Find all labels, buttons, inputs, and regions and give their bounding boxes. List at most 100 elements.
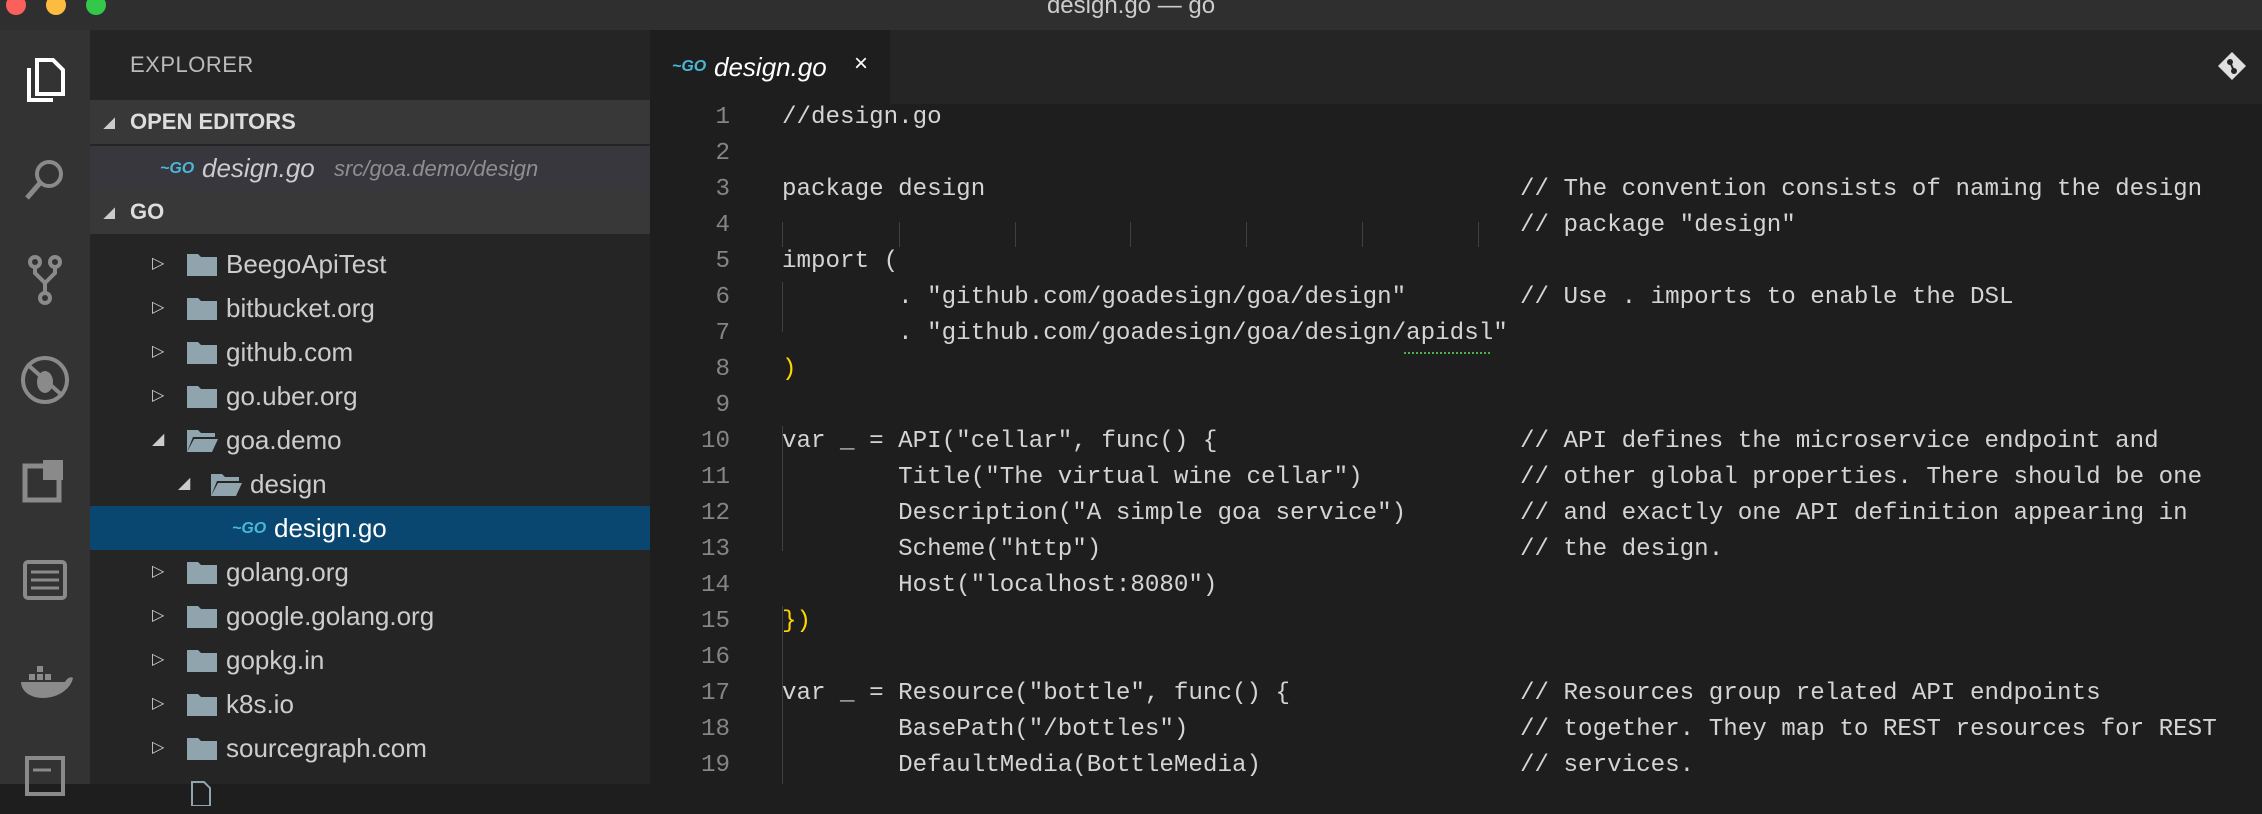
code-comment: // and exactly one API definition appear…	[1520, 500, 2188, 527]
tree-item-label: gopkg.in	[226, 645, 325, 675]
code-line: . "github.com/goadesign/goa/design/apids…	[782, 320, 1508, 347]
indent-guide	[1362, 222, 1363, 247]
editor-tab-bar: ~GO design.go ×	[650, 30, 2262, 104]
indent-guide	[899, 222, 900, 247]
folder-icon	[187, 298, 217, 320]
tree-folder-expanded[interactable]: ◢ goa.demo	[90, 418, 650, 462]
open-folder-icon	[187, 430, 218, 452]
tree-folder[interactable]: ▷ github.com	[90, 330, 650, 374]
workspace-section[interactable]: ◢ GO	[90, 190, 650, 234]
collapse-icon: ◢	[104, 114, 115, 130]
line-number: 5	[715, 248, 730, 275]
folder-icon	[187, 738, 217, 760]
panel-icon[interactable]	[15, 746, 75, 806]
tree-folder[interactable]: ▷ bitbucket.org	[90, 286, 650, 330]
code-line: Host("localhost:8080")	[782, 572, 1218, 599]
tree-item-label: sourcegraph.com	[226, 733, 427, 763]
code-comment: // package "design"	[1520, 212, 1796, 239]
open-editor-item[interactable]: ~GO design.go src/goa.demo/design	[90, 146, 650, 190]
source-control-icon[interactable]	[15, 250, 75, 310]
open-editor-path: src/goa.demo/design	[334, 156, 539, 181]
tab-label: design.go	[714, 52, 827, 82]
line-number: 2	[715, 140, 730, 167]
window-title: design.go — go	[1046, 0, 1216, 19]
line-number: 8	[715, 356, 730, 383]
open-folder-icon	[211, 474, 242, 496]
tree-item-label: design	[250, 469, 327, 499]
tree-folder[interactable]: ▷ golang.org	[90, 550, 650, 594]
code-line: package design	[782, 176, 986, 203]
code-line: var _ = API("cellar", func() {	[782, 428, 1218, 455]
tree-folder[interactable]: ▷ gopkg.in	[90, 638, 650, 682]
open-editors-section[interactable]: ◢ OPEN EDITORS	[90, 100, 650, 144]
chevron-down-icon: ◢	[178, 475, 191, 492]
workspace-label: GO	[130, 199, 165, 224]
chevron-right-icon: ▷	[152, 387, 165, 404]
tree-folder-expanded[interactable]: ◢ design	[90, 462, 650, 506]
folder-icon	[187, 650, 217, 672]
tree-folder[interactable]: ▷ google.golang.org	[90, 594, 650, 638]
chevron-down-icon: ◢	[152, 431, 165, 448]
chevron-right-icon: ▷	[152, 739, 165, 756]
go-file-icon: ~GO	[672, 58, 707, 75]
chevron-right-icon: ▷	[152, 343, 165, 360]
folder-icon	[187, 342, 217, 364]
go-file-icon: ~GO	[232, 520, 267, 537]
search-icon[interactable]	[15, 150, 75, 210]
indent-guide	[782, 222, 783, 247]
tree-file-selected[interactable]: ~GO design.go	[90, 506, 650, 550]
activity-bar	[0, 30, 90, 796]
line-number: 15	[700, 608, 730, 635]
tree-folder[interactable]: ▷ k8s.io	[90, 682, 650, 726]
extensions-icon[interactable]	[15, 450, 75, 510]
line-number: 11	[700, 464, 730, 491]
code-comment: // together. They map to REST resources …	[1520, 716, 2217, 743]
code-comment: // the design.	[1520, 536, 1724, 563]
tree-folder[interactable]: ▷ sourcegraph.com	[90, 726, 650, 770]
code-editor[interactable]: 1 2 3 4 5 6 7 8 9 10 11 12 13 14 15 16 1…	[650, 104, 2262, 784]
code-line: //design.go	[782, 104, 942, 131]
chevron-right-icon: ▷	[152, 563, 165, 580]
code-comment: // The convention consists of naming the…	[1520, 176, 2203, 203]
tree-folder[interactable]: ▷ go.uber.org	[90, 374, 650, 418]
line-number: 14	[700, 572, 730, 599]
code-line: import (	[782, 248, 899, 275]
line-number: 13	[700, 536, 730, 563]
git-compare-icon[interactable]	[2216, 50, 2248, 82]
code-comment: // services.	[1520, 752, 1695, 779]
code-line: var _ = Resource("bottle", func() {	[782, 680, 1291, 707]
collapse-icon: ◢	[104, 204, 115, 220]
indent-guide	[1015, 222, 1016, 247]
close-tab-icon[interactable]: ×	[854, 50, 868, 78]
tree-item-label: k8s.io	[226, 689, 294, 719]
code-line: DefaultMedia(BottleMedia)	[782, 752, 1261, 779]
tab-design-go[interactable]: ~GO design.go ×	[650, 30, 890, 104]
tree-item-label: design.go	[274, 513, 387, 543]
code-line: })	[782, 608, 812, 635]
code-line: Title("The virtual wine cellar")	[782, 464, 1363, 491]
tree-item-label: golang.org	[226, 557, 349, 587]
files-icon[interactable]	[15, 50, 75, 110]
outline-icon[interactable]	[15, 550, 75, 610]
explorer-heading: EXPLORER	[130, 52, 254, 77]
open-editor-filename: design.go	[202, 153, 315, 183]
folder-icon	[187, 606, 217, 628]
code-line: BasePath("/bottles")	[782, 716, 1189, 743]
indent-guide	[1246, 222, 1247, 247]
tree-file-partial[interactable]	[90, 770, 650, 814]
code-line: )	[782, 356, 797, 383]
line-number: 19	[700, 752, 730, 779]
go-file-icon: ~GO	[160, 160, 195, 177]
tree-item-label: google.golang.org	[226, 601, 435, 631]
tree-folder[interactable]: ▷ BeegoApiTest	[90, 242, 650, 286]
chevron-right-icon: ▷	[152, 695, 165, 712]
folder-icon	[187, 386, 217, 408]
debug-icon[interactable]	[15, 350, 75, 410]
docker-icon[interactable]	[15, 650, 75, 710]
title-bar: design.go — go	[0, 0, 2262, 30]
line-number: 16	[700, 644, 730, 671]
line-number: 10	[700, 428, 730, 455]
line-number: 6	[715, 284, 730, 311]
tree-item-label: goa.demo	[226, 425, 342, 455]
tree-item-label: go.uber.org	[226, 381, 358, 411]
